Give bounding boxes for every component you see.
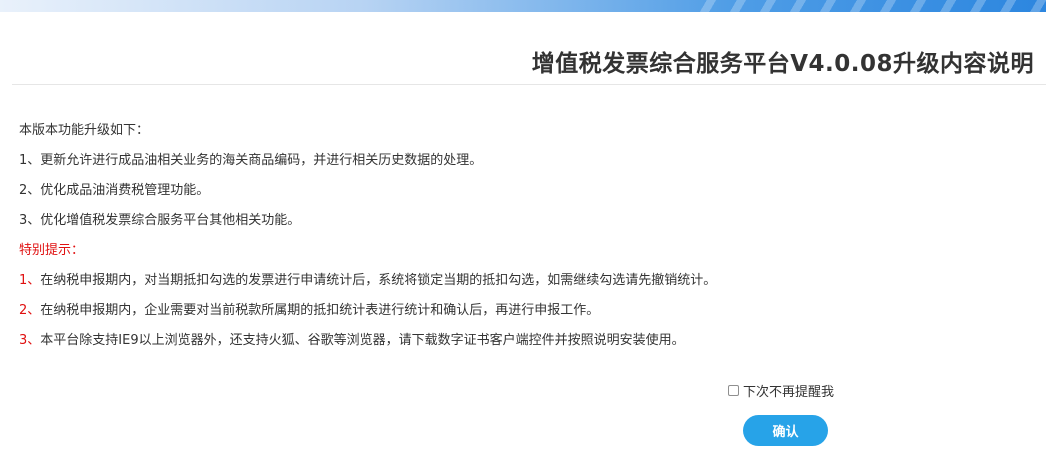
notice-content: 本版本功能升级如下： 1、更新允许进行成品油相关业务的海关商品编码，并进行相关历… bbox=[19, 122, 1029, 362]
title-divider bbox=[12, 84, 1046, 85]
notice-item: 1、在纳税申报期内，对当期抵扣勾选的发票进行申请统计后，系统将锁定当期的抵扣勾选… bbox=[19, 272, 1029, 302]
notice-number: 3、 bbox=[19, 333, 41, 348]
notice-number: 1、 bbox=[19, 273, 41, 288]
upgrade-item: 2、优化成品油消费税管理功能。 bbox=[19, 183, 210, 198]
dont-remind-label: 下次不再提醒我 bbox=[743, 385, 835, 400]
upgrade-item: 3、优化增值税发票综合服务平台其他相关功能。 bbox=[19, 213, 301, 228]
confirm-button[interactable]: 确认 bbox=[743, 415, 828, 446]
dont-remind-option[interactable]: 下次不再提醒我 bbox=[728, 381, 834, 400]
notice-text: 本平台除支持IE9以上浏览器外，还支持火狐、谷歌等浏览器，请下载数字证书客户端控… bbox=[40, 333, 685, 348]
notice-item: 2、在纳税申报期内，企业需要对当前税款所属期的抵扣统计表进行统计和确认后，再进行… bbox=[19, 302, 1029, 332]
top-banner bbox=[0, 0, 1046, 12]
notice-number: 2、 bbox=[19, 303, 41, 318]
notice-text: 在纳税申报期内，企业需要对当前税款所属期的抵扣统计表进行统计和确认后，再进行申报… bbox=[40, 303, 600, 318]
notice-heading: 特别提示： bbox=[19, 243, 85, 258]
upgrade-item: 1、更新允许进行成品油相关业务的海关商品编码，并进行相关历史数据的处理。 bbox=[19, 153, 483, 168]
upgrade-notice-page: 增值税发票综合服务平台V4.0.08升级内容说明 本版本功能升级如下： 1、更新… bbox=[0, 0, 1046, 475]
intro-text: 本版本功能升级如下： bbox=[19, 123, 150, 138]
notice-item: 3、本平台除支持IE9以上浏览器外，还支持火狐、谷歌等浏览器，请下载数字证书客户… bbox=[19, 332, 1029, 362]
page-title: 增值税发票综合服务平台V4.0.08升级内容说明 bbox=[531, 51, 1034, 77]
notice-text: 在纳税申报期内，对当期抵扣勾选的发票进行申请统计后，系统将锁定当期的抵扣勾选，如… bbox=[40, 273, 717, 288]
dont-remind-checkbox[interactable] bbox=[728, 385, 739, 396]
